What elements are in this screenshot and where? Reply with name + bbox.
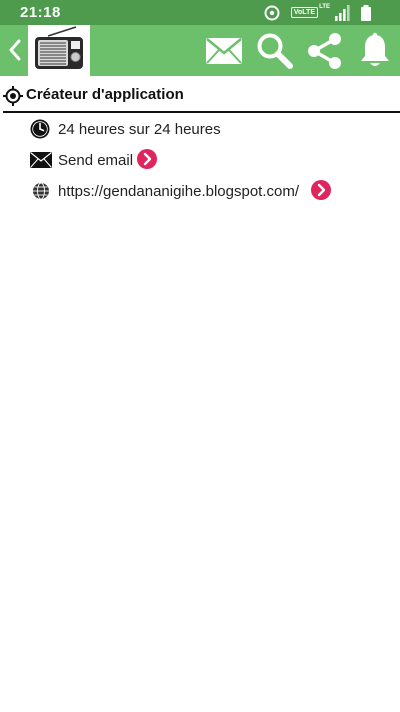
section-title: Créateur d'application (26, 86, 184, 103)
battery-icon (360, 5, 372, 26)
globe-icon (32, 182, 50, 205)
hours-row: 24 heures sur 24 heures (0, 117, 400, 143)
website-chevron-icon[interactable] (311, 180, 331, 200)
website-row[interactable]: https://gendananigihe.blogspot.com/ (0, 179, 400, 205)
email-link[interactable]: Send email (58, 152, 133, 169)
website-link[interactable]: https://gendananigihe.blogspot.com/ (58, 183, 299, 200)
app-toolbar (0, 25, 400, 76)
back-icon[interactable] (6, 38, 24, 67)
status-time: 21:18 (20, 4, 61, 21)
signal-icon (334, 5, 350, 26)
section-header: Créateur d'application (0, 84, 400, 113)
target-icon (3, 86, 23, 111)
envelope-icon (30, 152, 52, 173)
sync-icon (264, 5, 280, 26)
status-bar: 21:18 VoLTE LTE (0, 0, 400, 25)
section-divider (3, 111, 400, 113)
bell-icon[interactable] (359, 32, 391, 75)
clock-icon (30, 119, 50, 144)
search-icon[interactable] (256, 32, 294, 75)
share-icon[interactable] (306, 32, 344, 75)
radio-logo[interactable] (28, 25, 90, 81)
email-chevron-icon[interactable] (137, 149, 157, 169)
volte-badge: VoLTE (290, 7, 318, 18)
hours-text: 24 heures sur 24 heures (58, 121, 221, 138)
lte-label: LTE (319, 4, 330, 10)
mail-icon[interactable] (206, 37, 242, 69)
email-row[interactable]: Send email (0, 148, 400, 174)
